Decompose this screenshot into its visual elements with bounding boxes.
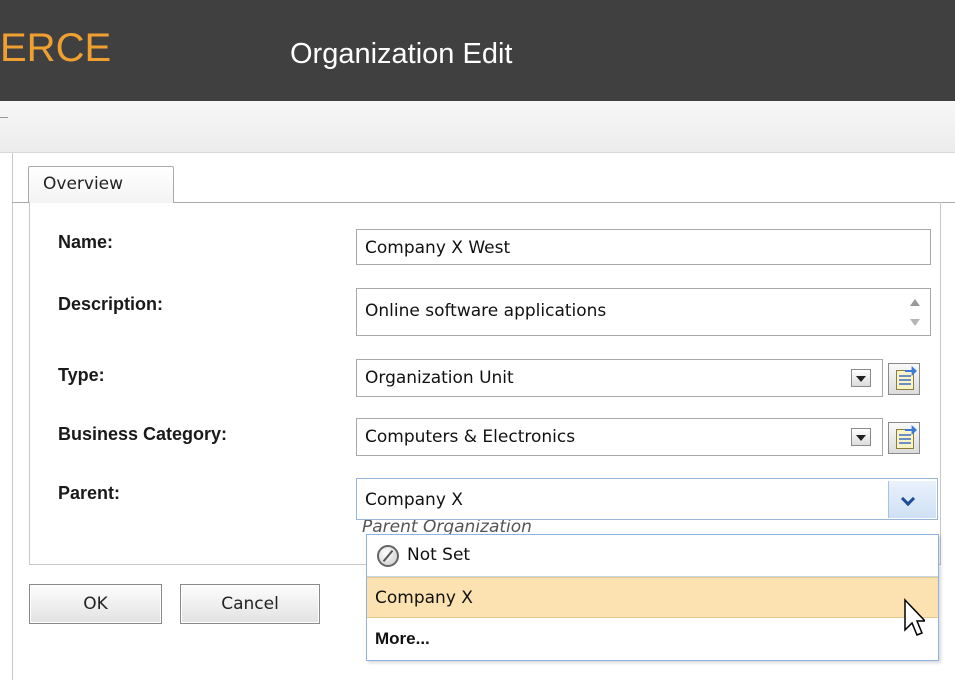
description-label: Description: xyxy=(58,294,164,314)
type-label: Type: xyxy=(58,365,105,385)
lookup-doc-icon xyxy=(896,370,914,390)
type-value: Organization Unit xyxy=(365,368,514,388)
toolbar-divider xyxy=(0,117,8,118)
dropdown-item-label: Company X xyxy=(375,588,473,608)
dropdown-item-more[interactable]: More... xyxy=(367,619,938,660)
tab-rule-left xyxy=(12,202,29,203)
tab-overview[interactable]: Overview xyxy=(28,166,174,203)
business-category-lookup-button[interactable] xyxy=(888,422,920,454)
type-lookup-button[interactable] xyxy=(888,363,920,395)
lookup-doc-icon xyxy=(896,429,914,449)
scroll-up-icon[interactable] xyxy=(910,299,920,306)
cancel-button[interactable]: Cancel xyxy=(180,584,320,624)
type-dropdown-arrow-icon[interactable] xyxy=(851,369,871,387)
parent-label: Parent: xyxy=(58,483,121,503)
dropdown-item-company-x[interactable]: Company X xyxy=(367,577,938,618)
description-textarea[interactable]: Online software applications xyxy=(356,288,931,336)
brand-logo-text: ERCE xyxy=(0,26,112,70)
business-category-select[interactable]: Computers & Electronics xyxy=(356,418,883,456)
app-header: ERCE Organization Edit xyxy=(0,0,955,101)
type-select[interactable]: Organization Unit xyxy=(356,359,883,397)
business-category-label: Business Category: xyxy=(58,424,228,444)
page-title: Organization Edit xyxy=(290,38,513,70)
not-set-icon xyxy=(377,545,399,567)
parent-combobox[interactable]: Company X xyxy=(356,478,938,520)
name-label: Name: xyxy=(58,232,114,252)
dropdown-item-label: More... xyxy=(375,629,430,648)
business-category-value: Computers & Electronics xyxy=(365,427,576,447)
parent-dropdown-list: Not Set Company X More... xyxy=(366,534,939,661)
name-input[interactable]: Company X West xyxy=(356,229,931,265)
scroll-down-icon[interactable] xyxy=(910,319,920,326)
ok-button[interactable]: OK xyxy=(29,584,162,624)
mouse-pointer-icon xyxy=(904,598,925,636)
description-text: Online software applications xyxy=(365,301,607,321)
description-scrollbar[interactable] xyxy=(902,291,928,333)
business-category-dropdown-arrow-icon[interactable] xyxy=(851,428,871,446)
dropdown-item-not-set[interactable]: Not Set xyxy=(367,535,938,576)
parent-value: Company X xyxy=(365,490,463,510)
toolbar-strip xyxy=(0,101,955,153)
parent-chevron-down-icon[interactable] xyxy=(888,481,936,518)
dropdown-item-label: Not Set xyxy=(407,545,471,565)
